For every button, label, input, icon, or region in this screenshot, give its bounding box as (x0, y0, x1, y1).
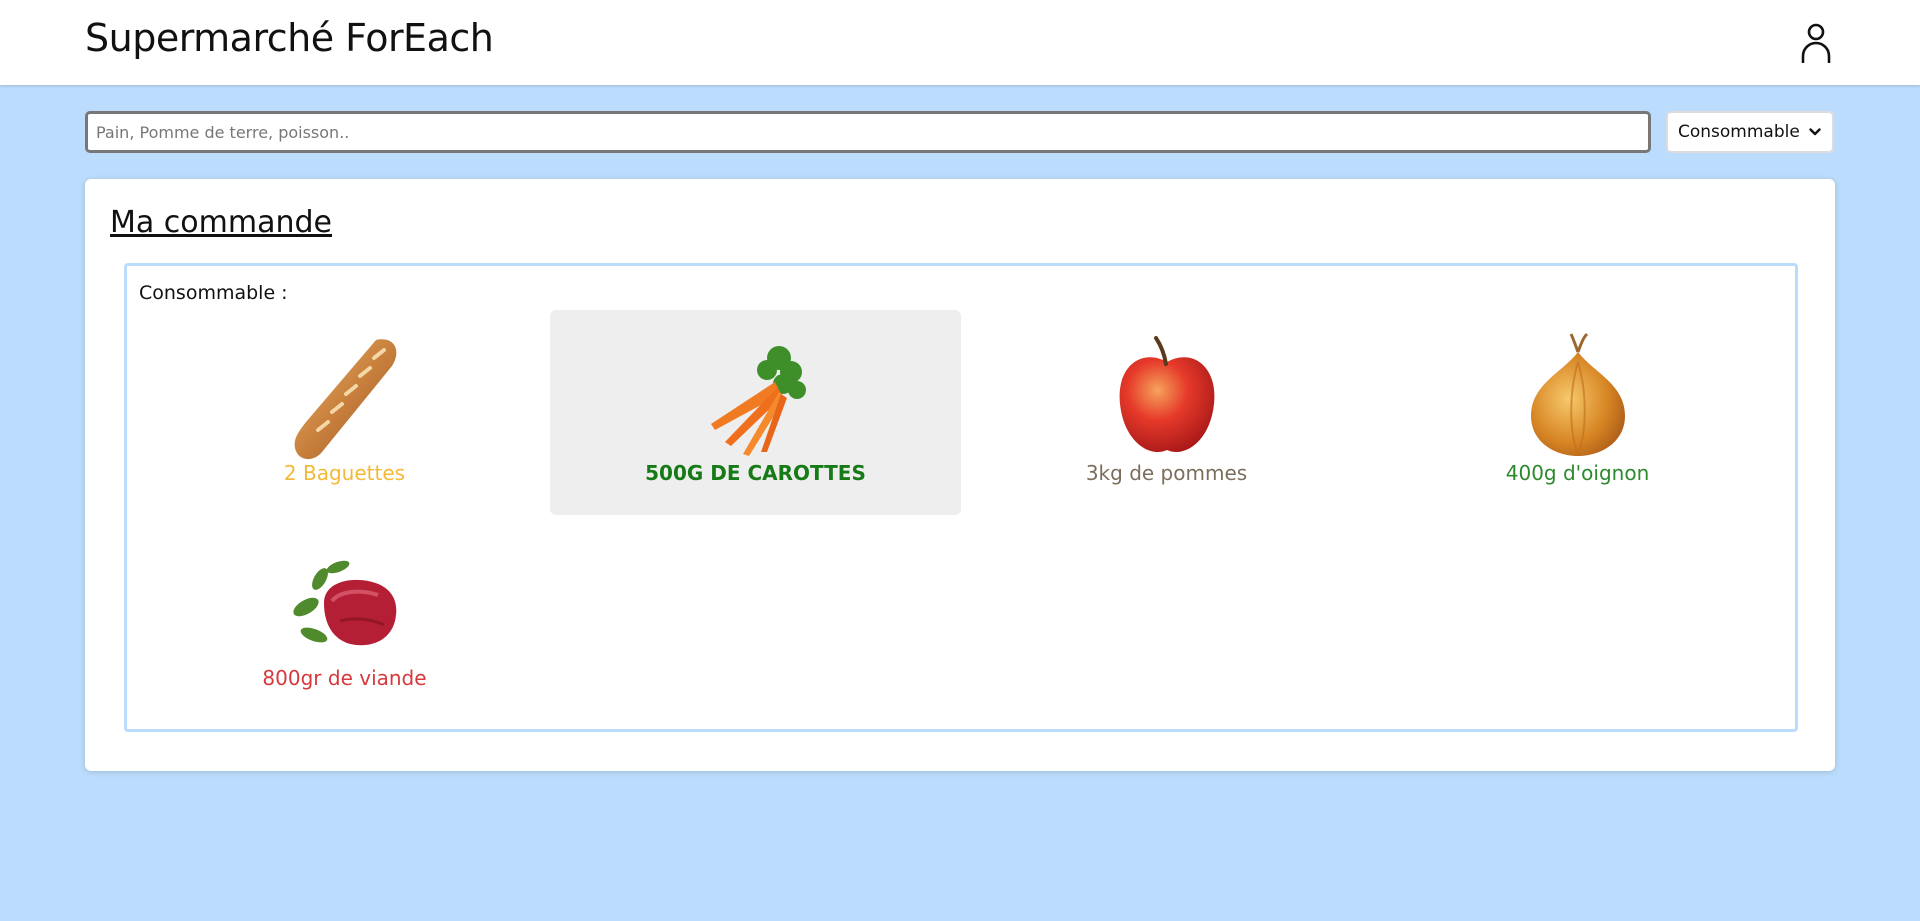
item-label: 2 Baguettes (283, 461, 406, 485)
category-label: Consommable : (139, 282, 288, 304)
apple-image (1119, 336, 1214, 453)
user-icon[interactable] (1800, 23, 1832, 63)
order-title: Ma commande (110, 205, 332, 240)
onion-image (1530, 332, 1625, 456)
meat-image (292, 560, 396, 646)
category-select-value: Consommable (1678, 122, 1800, 142)
site-title: Supermarché ForEach (85, 16, 494, 60)
order-item-apples[interactable]: 3kg de pommes (961, 310, 1372, 515)
item-label: 400g d'oignon (1505, 461, 1650, 485)
order-category-box: Consommable : 2 Baguettes 500G DE CAROTT… (124, 263, 1798, 732)
search-input[interactable] (85, 111, 1651, 153)
chevron-down-icon (1809, 128, 1821, 136)
item-label: 500G DE CAROTTES (645, 461, 866, 485)
item-label: 800gr de viande (262, 666, 427, 690)
top-bar: Supermarché ForEach (0, 0, 1920, 85)
baguette-image (294, 339, 396, 460)
order-item-carrots[interactable]: 500G DE CAROTTES (550, 310, 961, 515)
category-select[interactable]: Consommable (1666, 111, 1834, 153)
order-item-meat[interactable]: 800gr de viande (139, 515, 550, 720)
carrots-image (710, 346, 806, 456)
order-item-baguettes[interactable]: 2 Baguettes (139, 310, 550, 515)
order-panel: Ma commande Consommable : 2 Baguettes 50… (85, 179, 1835, 771)
item-label: 3kg de pommes (1085, 461, 1248, 485)
order-item-onion[interactable]: 400g d'oignon (1372, 310, 1783, 515)
